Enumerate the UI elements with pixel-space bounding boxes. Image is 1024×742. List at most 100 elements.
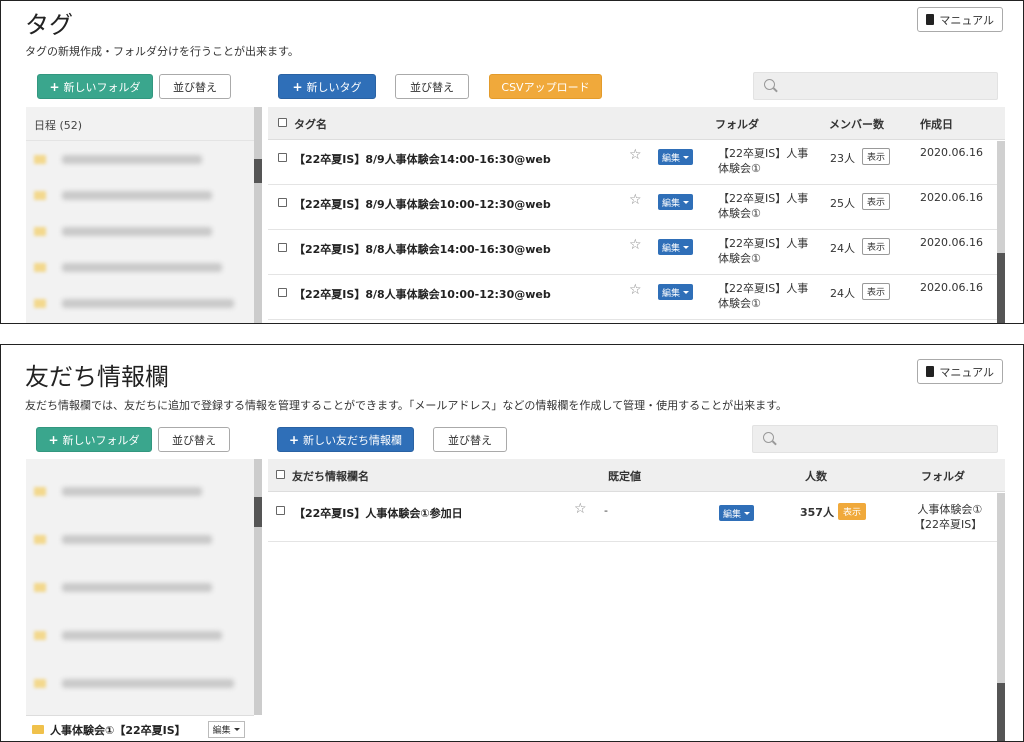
folder-cell: 人事体験会① 【22卒夏IS】 bbox=[914, 502, 982, 532]
column-default-value[interactable]: 既定値 bbox=[608, 468, 641, 484]
tag-sort-button[interactable]: 並び替え bbox=[395, 74, 469, 99]
tag-name[interactable]: 【22卒夏IS】8/9人事体験会14:00-16:30@web bbox=[294, 151, 551, 167]
table-scroll-thumb[interactable] bbox=[997, 683, 1005, 741]
tag-table: タグ名 フォルダ メンバー数 作成日 【22卒夏IS】8/9人事体験会14:00… bbox=[268, 107, 1005, 323]
show-button[interactable]: 表示 bbox=[862, 238, 891, 255]
sidebar-scrollbar[interactable] bbox=[254, 107, 262, 323]
star-icon[interactable]: ☆ bbox=[629, 282, 642, 298]
folder-item[interactable] bbox=[26, 563, 254, 611]
active-folder-item[interactable]: 人事体験会①【22卒夏IS】 編集 bbox=[26, 715, 254, 741]
manual-button[interactable]: マニュアル bbox=[917, 359, 1003, 384]
folder-name-blurred bbox=[62, 630, 222, 640]
new-folder-button[interactable]: + 新しいフォルダ bbox=[37, 74, 153, 99]
folder-line: 【22卒夏IS】 bbox=[914, 518, 983, 531]
row-checkbox[interactable] bbox=[278, 243, 287, 252]
edit-label: 編集 bbox=[662, 288, 681, 299]
sidebar-scroll-thumb[interactable] bbox=[254, 159, 262, 183]
new-folder-label: 新しいフォルダ bbox=[62, 433, 140, 447]
row-checkbox[interactable] bbox=[278, 198, 287, 207]
book-icon bbox=[926, 14, 935, 25]
table-row[interactable]: 【22卒夏IS】8/8人事体験会14:00-16:30@web ☆ 編集 【22卒夏I… bbox=[268, 230, 1005, 275]
row-checkbox[interactable] bbox=[278, 288, 287, 297]
folder-item[interactable] bbox=[26, 611, 254, 659]
column-members[interactable]: メンバー数 bbox=[829, 116, 884, 132]
search-input[interactable] bbox=[752, 425, 998, 453]
new-friend-field-button[interactable]: + 新しい友だち情報欄 bbox=[277, 427, 414, 452]
table-row[interactable]: 【22卒夏IS】8/8人事体験会10:00-12:30@web ☆ 編集 【22卒夏I… bbox=[268, 275, 1005, 320]
new-tag-button[interactable]: + 新しいタグ bbox=[278, 74, 376, 99]
star-icon[interactable]: ☆ bbox=[629, 192, 642, 208]
folder-edit-dropdown[interactable]: 編集 bbox=[207, 721, 245, 738]
star-icon[interactable]: ☆ bbox=[629, 237, 642, 253]
tag-name[interactable]: 【22卒夏IS】8/9人事体験会10:00-12:30@web bbox=[294, 196, 551, 212]
star-icon[interactable]: ☆ bbox=[629, 147, 642, 163]
edit-label: 編集 bbox=[723, 509, 742, 520]
tag-name[interactable]: 【22卒夏IS】8/8人事体験会14:00-16:30@web bbox=[294, 241, 551, 257]
folder-item[interactable] bbox=[26, 177, 254, 213]
folder-item[interactable] bbox=[26, 467, 254, 515]
column-folder[interactable]: フォルダ bbox=[921, 468, 965, 484]
show-button[interactable]: 表示 bbox=[838, 503, 867, 520]
table-row[interactable]: 【22卒夏IS】8/9人事体験会14:00-16:30@web ☆ 編集 【22卒夏I… bbox=[268, 140, 1005, 185]
field-sort-button[interactable]: 並び替え bbox=[433, 427, 507, 452]
row-checkbox[interactable] bbox=[276, 506, 285, 515]
column-tag-name[interactable]: タグ名 bbox=[294, 116, 327, 132]
folder-name-blurred bbox=[62, 154, 202, 164]
folder-line: 体験会① bbox=[718, 252, 761, 265]
folder-icon bbox=[34, 486, 46, 496]
sidebar-scroll-thumb[interactable] bbox=[254, 497, 262, 527]
folder-item[interactable] bbox=[26, 659, 254, 707]
folder-item[interactable] bbox=[26, 213, 254, 249]
folder-sort-button[interactable]: 並び替え bbox=[159, 74, 231, 99]
sidebar-scrollbar[interactable] bbox=[254, 459, 262, 715]
show-button[interactable]: 表示 bbox=[862, 148, 891, 165]
folder-sort-button[interactable]: 並び替え bbox=[158, 427, 230, 452]
row-checkbox[interactable] bbox=[278, 153, 287, 162]
edit-label: 編集 bbox=[662, 153, 681, 164]
tag-name[interactable]: 【22卒夏IS】8/8人事体験会10:00-12:30@web bbox=[294, 286, 551, 302]
page-title: 友だち情報欄 bbox=[25, 363, 169, 391]
table-scrollbar[interactable] bbox=[997, 141, 1005, 323]
member-count: 24人 bbox=[830, 287, 855, 300]
edit-dropdown[interactable]: 編集 bbox=[658, 194, 694, 210]
folder-icon bbox=[34, 226, 46, 236]
folder-item[interactable] bbox=[26, 249, 254, 285]
folder-name-blurred bbox=[62, 582, 212, 592]
folder-icon bbox=[34, 630, 46, 640]
folder-name-blurred bbox=[62, 534, 212, 544]
column-count[interactable]: 人数 bbox=[805, 468, 827, 484]
new-folder-label: 新しいフォルダ bbox=[63, 80, 141, 94]
show-button[interactable]: 表示 bbox=[862, 283, 891, 300]
new-folder-button[interactable]: + 新しいフォルダ bbox=[36, 427, 152, 452]
edit-dropdown[interactable]: 編集 bbox=[658, 149, 694, 165]
search-input[interactable] bbox=[753, 72, 998, 100]
folder-item[interactable] bbox=[26, 285, 254, 321]
column-folder[interactable]: フォルダ bbox=[715, 116, 759, 132]
manual-button[interactable]: マニュアル bbox=[917, 7, 1003, 32]
column-field-name[interactable]: 友だち情報欄名 bbox=[292, 468, 369, 484]
edit-dropdown[interactable]: 編集 bbox=[719, 505, 755, 521]
folder-sidebar-header[interactable]: 日程 (52) bbox=[26, 107, 254, 141]
folder-item[interactable] bbox=[26, 515, 254, 563]
folder-sidebar bbox=[26, 459, 254, 741]
field-name[interactable]: 【22卒夏IS】人事体験会①参加日 bbox=[294, 505, 463, 521]
show-button[interactable]: 表示 bbox=[862, 193, 891, 210]
search-icon bbox=[764, 79, 775, 90]
table-scroll-thumb[interactable] bbox=[997, 253, 1005, 323]
table-row[interactable]: 【22卒夏IS】人事体験会①参加日 ☆ - 編集 357人 表示 人事体験会① 【22卒夏IS… bbox=[268, 492, 1005, 542]
folder-edit-label: 編集 bbox=[212, 726, 231, 736]
member-count: 23人 bbox=[830, 152, 855, 165]
folder-cell: 【22卒夏IS】人事 体験会① bbox=[718, 281, 808, 311]
folder-cell: 【22卒夏IS】人事 体験会① bbox=[718, 191, 808, 221]
edit-dropdown[interactable]: 編集 bbox=[658, 239, 694, 255]
page-description: 友だち情報欄では、友だちに追加で登録する情報を管理することができます。「メールア… bbox=[25, 399, 787, 412]
folder-item[interactable] bbox=[26, 141, 254, 177]
select-all-checkbox[interactable] bbox=[276, 470, 285, 479]
star-icon[interactable]: ☆ bbox=[574, 501, 587, 517]
table-row[interactable]: 【22卒夏IS】8/9人事体験会10:00-12:30@web ☆ 編集 【22卒夏I… bbox=[268, 185, 1005, 230]
select-all-checkbox[interactable] bbox=[278, 118, 287, 127]
edit-dropdown[interactable]: 編集 bbox=[658, 284, 694, 300]
csv-upload-button[interactable]: CSVアップロード bbox=[489, 74, 602, 99]
column-created[interactable]: 作成日 bbox=[920, 116, 953, 132]
table-scrollbar[interactable] bbox=[997, 493, 1005, 741]
